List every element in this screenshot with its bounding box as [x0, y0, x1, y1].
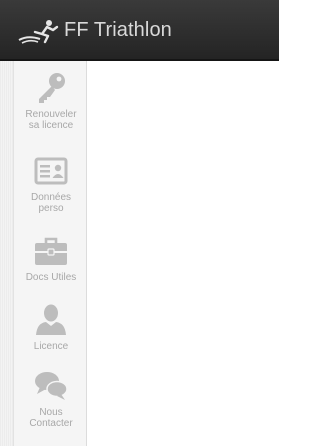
key-icon [39, 73, 65, 103]
sidebar-item-label: Docs Utiles [25, 272, 77, 283]
sidebar-item-docs-utiles[interactable]: Docs Utiles [15, 233, 87, 283]
sidebar-item-nous-contacter[interactable]: Nous Contacter [15, 368, 87, 429]
app-title: FF Triathlon [64, 19, 172, 41]
sidebar-item-donnees-perso[interactable]: Données perso [15, 153, 87, 214]
sidebar-item-label: Renouveler sa licence [25, 109, 77, 131]
sidebar-item-label: Données perso [30, 192, 72, 214]
sidebar-item-licence[interactable]: Licence [15, 302, 87, 352]
main-content [87, 61, 279, 446]
sidebar-item-label: Nous Contacter [29, 407, 73, 429]
user-icon [36, 304, 66, 335]
chat-bubbles-icon [35, 372, 68, 400]
sidebar-edge [0, 61, 14, 446]
id-card-icon [34, 157, 68, 185]
app-header: FF Triathlon [0, 0, 279, 61]
sidebar-item-label: Licence [33, 341, 69, 352]
sidebar-item-renouveler-licence[interactable]: Renouveler sa licence [15, 70, 87, 131]
triathlete-logo-icon [18, 20, 59, 44]
briefcase-icon [35, 237, 67, 265]
